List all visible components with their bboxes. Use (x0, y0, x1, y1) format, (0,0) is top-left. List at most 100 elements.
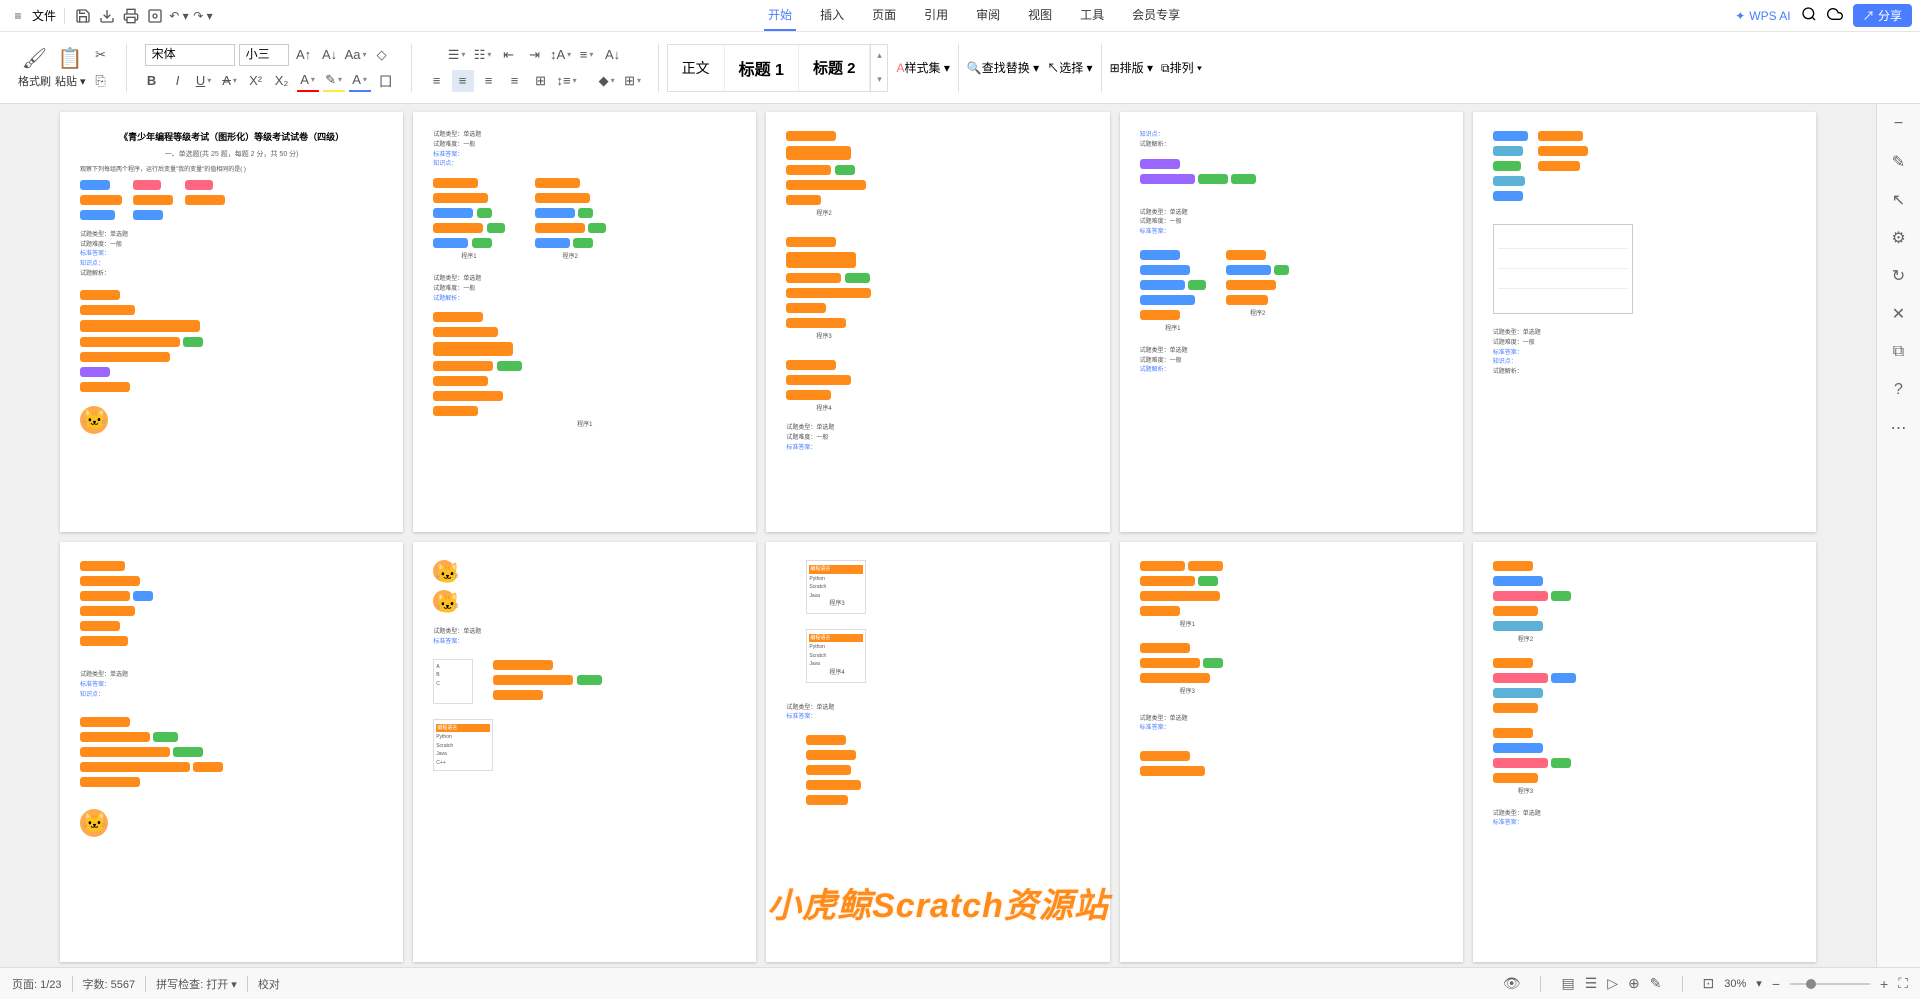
tab-member[interactable]: 会员专享 (1128, 0, 1184, 31)
underline-icon[interactable]: U (193, 70, 215, 92)
crossed-tools-icon[interactable]: ✕ (1889, 304, 1909, 324)
pencil-icon[interactable]: ✎ (1889, 152, 1909, 172)
shading-icon[interactable]: A (349, 70, 371, 92)
paste-button[interactable]: 📋粘贴 ▾ (55, 46, 86, 89)
doc-title: 《青少年编程等级考试（图形化）等级考试试卷（四级） (80, 130, 383, 143)
cloud-icon[interactable] (1827, 6, 1843, 25)
help-icon[interactable]: ? (1889, 380, 1909, 400)
undo-icon[interactable]: ↶ ▾ (169, 6, 189, 26)
line-spacing-icon[interactable]: ↕≡ (556, 70, 578, 92)
highlight-icon[interactable]: ✎ (323, 70, 345, 92)
copy-icon[interactable]: ⎘ (90, 70, 112, 92)
zoom-level[interactable]: 30% (1724, 978, 1746, 990)
style-gallery[interactable]: 正文 标题 1 标题 2 ▴▾ (667, 44, 889, 92)
view-web-icon[interactable]: ⊕ (1628, 975, 1640, 992)
cat-sprite-icon (80, 406, 108, 434)
focus-icon[interactable]: ⊡ (1703, 975, 1715, 992)
bullet-list-icon[interactable]: ☰ (446, 44, 468, 66)
format-painter-button[interactable]: 🖌格式刷 (18, 46, 51, 89)
line-spacing-up-icon[interactable]: ≡ (576, 44, 598, 66)
layers-icon[interactable]: ⧉ (1889, 342, 1909, 362)
font-color-icon[interactable]: A (297, 70, 319, 92)
settings-icon[interactable]: ⚙ (1889, 228, 1909, 248)
menu-icon[interactable]: ≡ (8, 6, 28, 26)
decrease-font-icon[interactable]: A↓ (319, 44, 341, 66)
fullscreen-icon[interactable]: ⛶ (1898, 975, 1908, 992)
view-read-icon[interactable]: ▷ (1607, 975, 1618, 992)
tab-insert[interactable]: 插入 (816, 0, 848, 31)
italic-icon[interactable]: I (167, 70, 189, 92)
view-page-icon[interactable]: ▤ (1561, 975, 1574, 992)
fill-color-icon[interactable]: ◆ (596, 70, 618, 92)
style-down-icon[interactable]: ▾ (871, 68, 887, 92)
wps-ai-button[interactable]: ✦ WPS AI (1735, 9, 1790, 23)
layout-button[interactable]: ⊞排版 ▾ (1110, 59, 1153, 76)
border-icon[interactable]: 囗 (375, 70, 397, 92)
number-list-icon[interactable]: ☷ (472, 44, 494, 66)
align-justify-icon[interactable]: ≡ (504, 70, 526, 92)
save-icon[interactable] (73, 6, 93, 26)
increase-font-icon[interactable]: A↑ (293, 44, 315, 66)
tab-start[interactable]: 开始 (764, 0, 796, 31)
font-size-select[interactable]: 小三 (239, 44, 289, 66)
doc-subtitle: 一、单选题(共 25 题，每题 2 分，共 50 分) (80, 149, 383, 159)
tab-view[interactable]: 视图 (1024, 0, 1056, 31)
style-normal[interactable]: 正文 (668, 45, 725, 91)
print-icon[interactable] (121, 6, 141, 26)
bold-icon[interactable]: B (141, 70, 163, 92)
proofread-status[interactable]: 校对 (258, 976, 280, 992)
style-heading1[interactable]: 标题 1 (725, 45, 799, 91)
increase-indent-icon[interactable]: ⇥ (524, 44, 546, 66)
zoom-out-icon[interactable]: − (1772, 976, 1780, 992)
tab-reference[interactable]: 引用 (920, 0, 952, 31)
page-3: 程序2 程序3 程序4 (766, 112, 1109, 532)
word-count[interactable]: 字数: 5567 (83, 976, 136, 992)
tab-review[interactable]: 审阅 (972, 0, 1004, 31)
file-menu[interactable]: 文件 (32, 7, 56, 24)
find-replace-button[interactable]: 🔍查找替换 ▾ (967, 59, 1039, 76)
distribute-icon[interactable]: ⊞ (530, 70, 552, 92)
search-icon[interactable] (1801, 6, 1817, 25)
page-indicator[interactable]: 页面: 1/23 (12, 976, 62, 992)
align-center-icon[interactable]: ≡ (452, 70, 474, 92)
export-icon[interactable] (97, 6, 117, 26)
spell-check-status[interactable]: 拼写检查: 打开 ▾ (156, 976, 237, 992)
align-left-icon[interactable]: ≡ (426, 70, 448, 92)
change-case-icon[interactable]: Aa (345, 44, 367, 66)
strike-icon[interactable]: A (219, 70, 241, 92)
view-outline-icon[interactable]: ☰ (1585, 975, 1598, 992)
zoom-in-icon[interactable]: + (1880, 976, 1888, 992)
tab-tools[interactable]: 工具 (1076, 0, 1108, 31)
arrange-button[interactable]: ⧉排列 ▾ (1161, 59, 1202, 76)
page-5: 试题类型：单选题 试题难度：一般 标准答案： 知识点： 试题解析： (1473, 112, 1816, 532)
sort-icon[interactable]: A↓ (602, 44, 624, 66)
print-preview-icon[interactable] (145, 6, 165, 26)
subscript-icon[interactable]: X₂ (271, 70, 293, 92)
style-heading2[interactable]: 标题 2 (799, 45, 871, 91)
page-10: 程序2 程序3 试题类型：单选题 (1473, 542, 1816, 962)
cut-icon[interactable]: ✂ (90, 44, 112, 66)
page-7: 试题类型：单选题 标准答案： A B C (413, 542, 756, 962)
zoom-slider[interactable] (1790, 983, 1870, 985)
border-style-icon[interactable]: ⊞ (622, 70, 644, 92)
superscript-icon[interactable]: X² (245, 70, 267, 92)
share-button[interactable]: ↗ 分享 (1853, 4, 1912, 27)
select-button[interactable]: ↖选择 ▾ (1047, 59, 1092, 76)
decrease-indent-icon[interactable]: ⇤ (498, 44, 520, 66)
style-up-icon[interactable]: ▴ (871, 44, 887, 68)
more-icon[interactable]: ⋯ (1889, 418, 1909, 438)
view-edit-icon[interactable]: ✎ (1650, 975, 1662, 992)
text-direction-icon[interactable]: ↕A (550, 44, 572, 66)
redo-icon[interactable]: ↷ ▾ (193, 6, 213, 26)
zoom-minus-icon[interactable]: − (1889, 114, 1909, 134)
cursor-icon[interactable]: ↖ (1889, 190, 1909, 210)
font-name-select[interactable]: 宋体 (145, 44, 235, 66)
eye-icon[interactable]: 👁 (1503, 975, 1521, 992)
align-right-icon[interactable]: ≡ (478, 70, 500, 92)
circle-arrow-icon[interactable]: ↻ (1889, 266, 1909, 286)
page-8: 编程语言 Python Scratch Java 程序3 编程语言 Python… (766, 542, 1109, 962)
document-canvas[interactable]: 《青少年编程等级考试（图形化）等级考试试卷（四级） 一、单选题(共 25 题，每… (0, 104, 1876, 967)
tab-page[interactable]: 页面 (868, 0, 900, 31)
clear-format-icon[interactable]: ◇ (371, 44, 393, 66)
style-set-button[interactable]: A样式集 ▾ (896, 59, 949, 76)
